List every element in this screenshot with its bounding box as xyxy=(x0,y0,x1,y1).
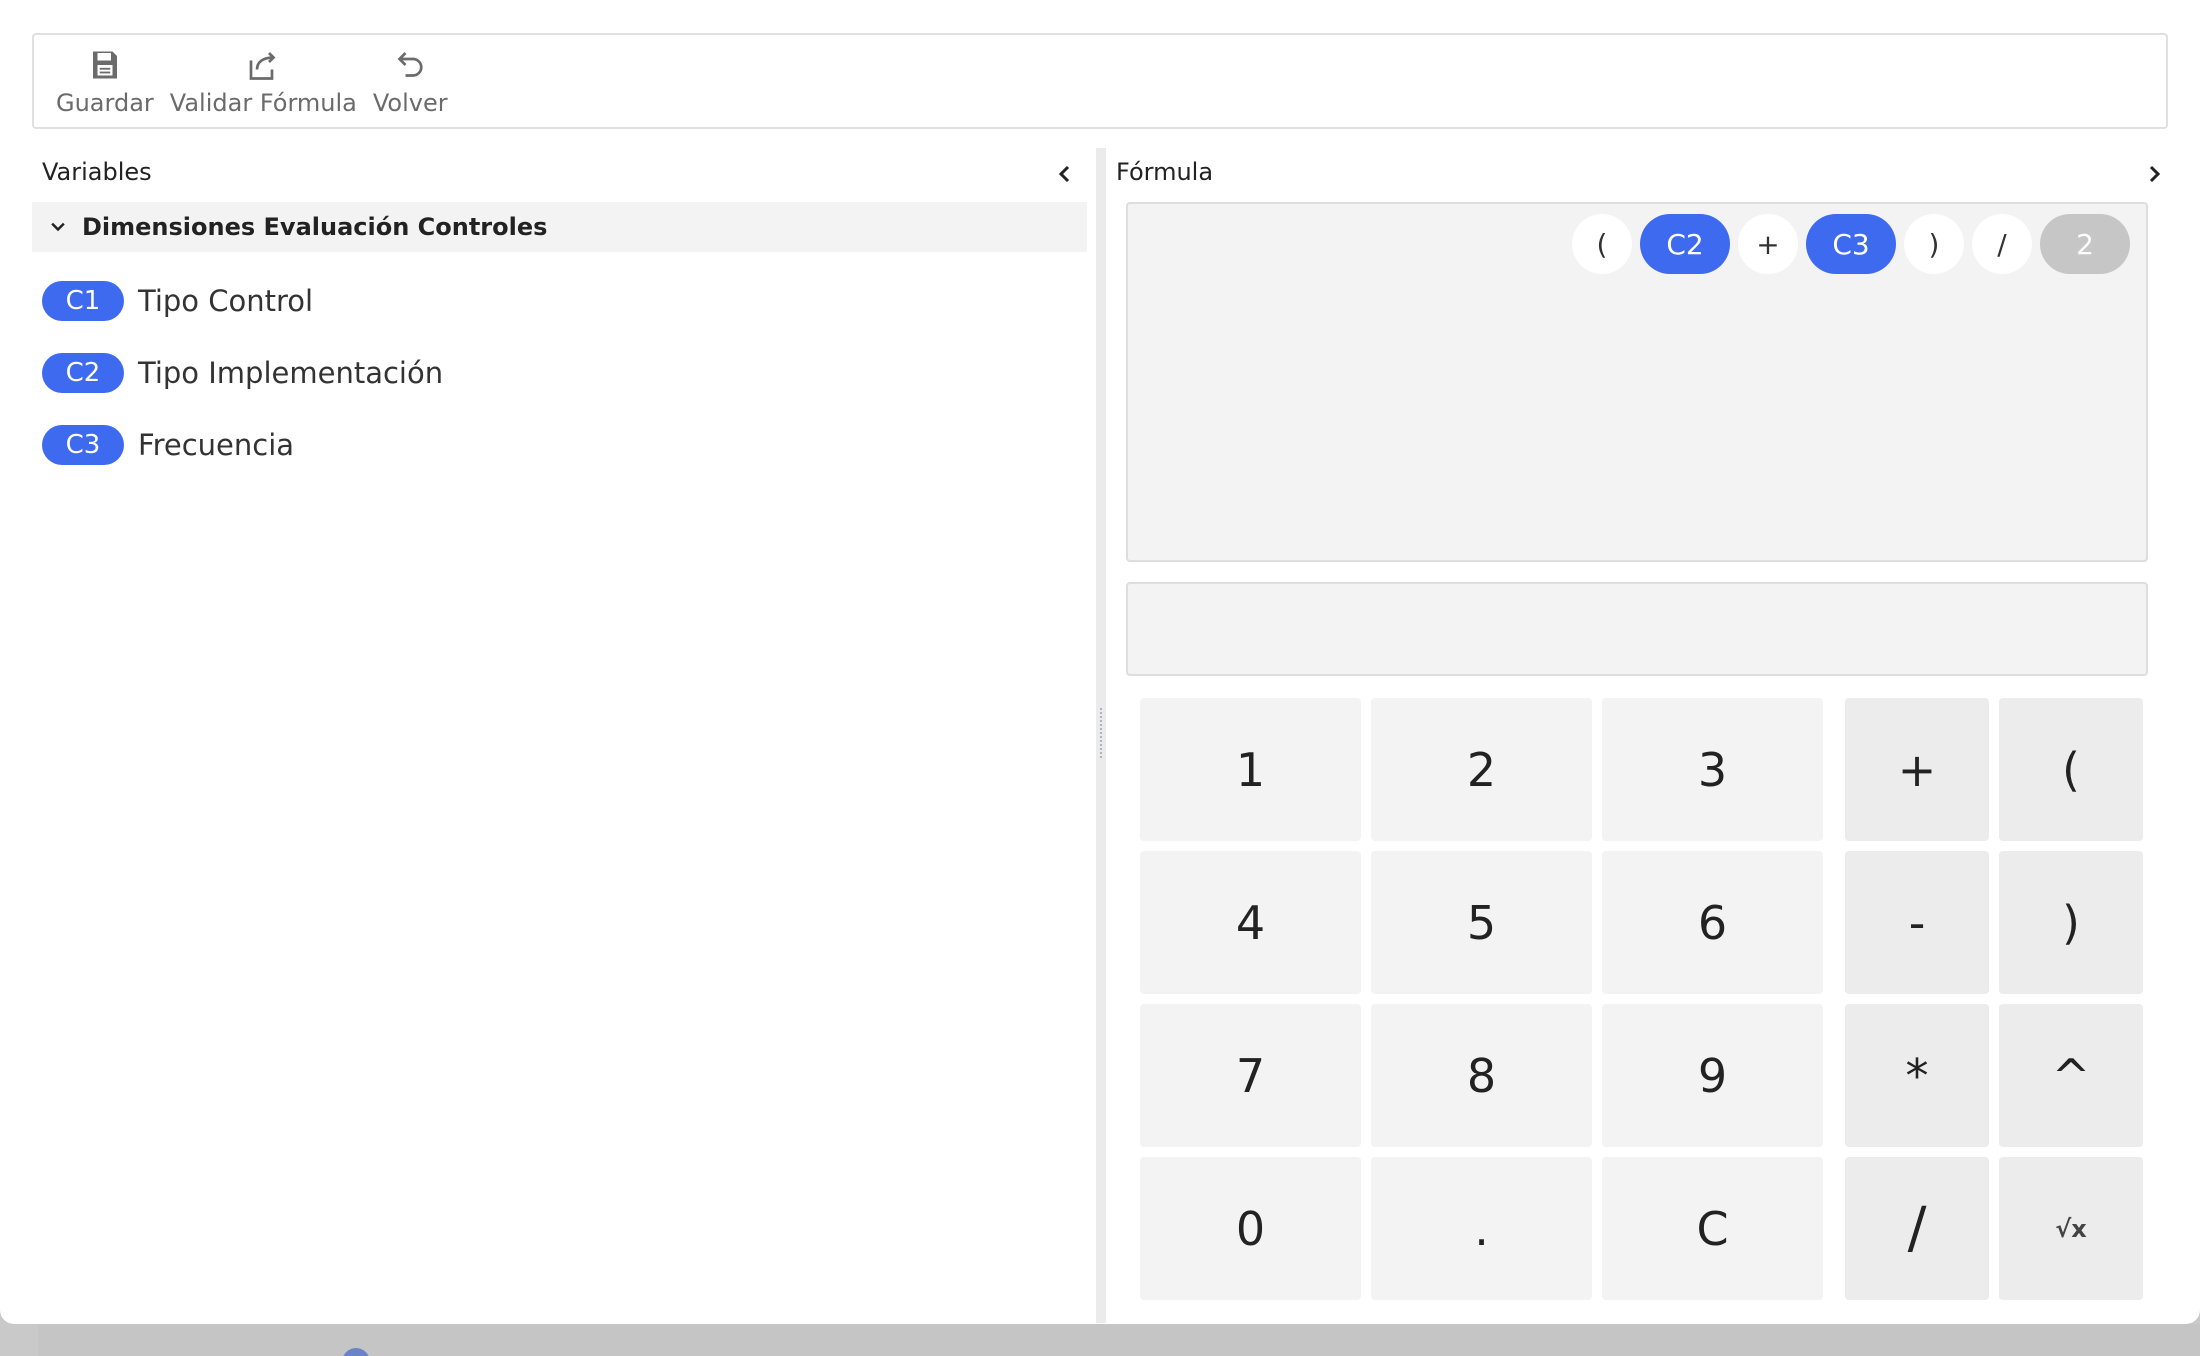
variable-code-badge: C2 xyxy=(42,353,124,393)
chevron-down-icon xyxy=(51,222,65,232)
chevron-left-icon[interactable] xyxy=(1053,162,1077,186)
key-divide[interactable]: / xyxy=(1845,1157,1989,1300)
key-clear[interactable]: C xyxy=(1602,1157,1823,1300)
variable-item-c3[interactable]: C3 Frecuencia xyxy=(42,422,443,468)
variable-group-header[interactable]: Dimensiones Evaluación Controles xyxy=(32,202,1087,252)
key-sqrt[interactable]: √x xyxy=(1999,1157,2143,1300)
key-4[interactable]: 4 xyxy=(1140,851,1361,994)
formula-token-open-paren[interactable]: ( xyxy=(1572,214,1632,274)
variable-name: Tipo Implementación xyxy=(138,356,444,390)
back-button[interactable]: Volver xyxy=(373,35,448,117)
save-button[interactable]: Guardar xyxy=(56,35,154,117)
formula-token-plus[interactable]: + xyxy=(1738,214,1798,274)
validate-formula-button[interactable]: Validar Fórmula xyxy=(170,35,357,117)
key-close-paren[interactable]: ) xyxy=(1999,851,2143,994)
formula-token-number[interactable]: 2 xyxy=(2040,214,2130,274)
chevron-right-icon[interactable] xyxy=(2142,162,2166,186)
key-multiply[interactable]: * xyxy=(1845,1004,1989,1147)
key-plus[interactable]: + xyxy=(1845,698,1989,841)
key-0[interactable]: 0 xyxy=(1140,1157,1361,1300)
formula-editor[interactable]: ( C2 + C3 ) / 2 xyxy=(1126,202,2148,562)
toolbar: Guardar Validar Fórmula Volver xyxy=(32,33,2168,129)
variable-code-badge: C3 xyxy=(42,425,124,465)
key-3[interactable]: 3 xyxy=(1602,698,1823,841)
formula-title: Fórmula xyxy=(1116,158,1214,186)
validate-formula-label: Validar Fórmula xyxy=(169,89,357,117)
variable-item-c1[interactable]: C1 Tipo Control xyxy=(42,278,443,324)
key-2[interactable]: 2 xyxy=(1371,698,1592,841)
save-icon xyxy=(92,51,117,79)
variable-code-badge: C1 xyxy=(42,281,124,321)
formula-editor-window: Guardar Validar Fórmula Volver Variables xyxy=(0,0,2200,1324)
undo-icon xyxy=(397,52,423,77)
formula-token-variable[interactable]: C2 xyxy=(1640,214,1730,274)
key-minus[interactable]: - xyxy=(1845,851,1989,994)
key-9[interactable]: 9 xyxy=(1602,1004,1823,1147)
formula-token-divide[interactable]: / xyxy=(1972,214,2032,274)
save-label: Guardar xyxy=(56,89,154,117)
variable-name: Frecuencia xyxy=(138,428,295,462)
variable-item-c2[interactable]: C2 Tipo Implementación xyxy=(42,350,443,396)
back-label: Volver xyxy=(372,89,448,117)
key-5[interactable]: 5 xyxy=(1371,851,1592,994)
key-7[interactable]: 7 xyxy=(1140,1004,1361,1147)
key-8[interactable]: 8 xyxy=(1371,1004,1592,1147)
key-decimal[interactable]: . xyxy=(1371,1157,1592,1300)
key-6[interactable]: 6 xyxy=(1602,851,1823,994)
share-icon xyxy=(249,52,276,80)
key-power[interactable]: ^ xyxy=(1999,1004,2143,1147)
splitter-handle[interactable] xyxy=(1100,708,1102,758)
variables-panel: Variables Dimensiones Evaluación Control… xyxy=(32,148,1087,1318)
variable-name: Tipo Control xyxy=(138,284,314,318)
formula-token-close-paren[interactable]: ) xyxy=(1904,214,1964,274)
key-1[interactable]: 1 xyxy=(1140,698,1361,841)
variables-title: Variables xyxy=(42,158,152,186)
formula-result-field[interactable] xyxy=(1126,582,2148,676)
formula-token-variable[interactable]: C3 xyxy=(1806,214,1896,274)
panel-splitter[interactable] xyxy=(1096,148,1106,1323)
formula-panel: Fórmula ( C2 + C3 ) / 2 1 2 3 + ( 4 5 6 xyxy=(1106,148,2200,1323)
variable-group-title: Dimensiones Evaluación Controles xyxy=(82,213,548,241)
key-open-paren[interactable]: ( xyxy=(1999,698,2143,841)
formula-tokens: ( C2 + C3 ) / 2 xyxy=(1572,214,2130,274)
variable-list: C1 Tipo Control C2 Tipo Implementación C… xyxy=(42,278,443,494)
